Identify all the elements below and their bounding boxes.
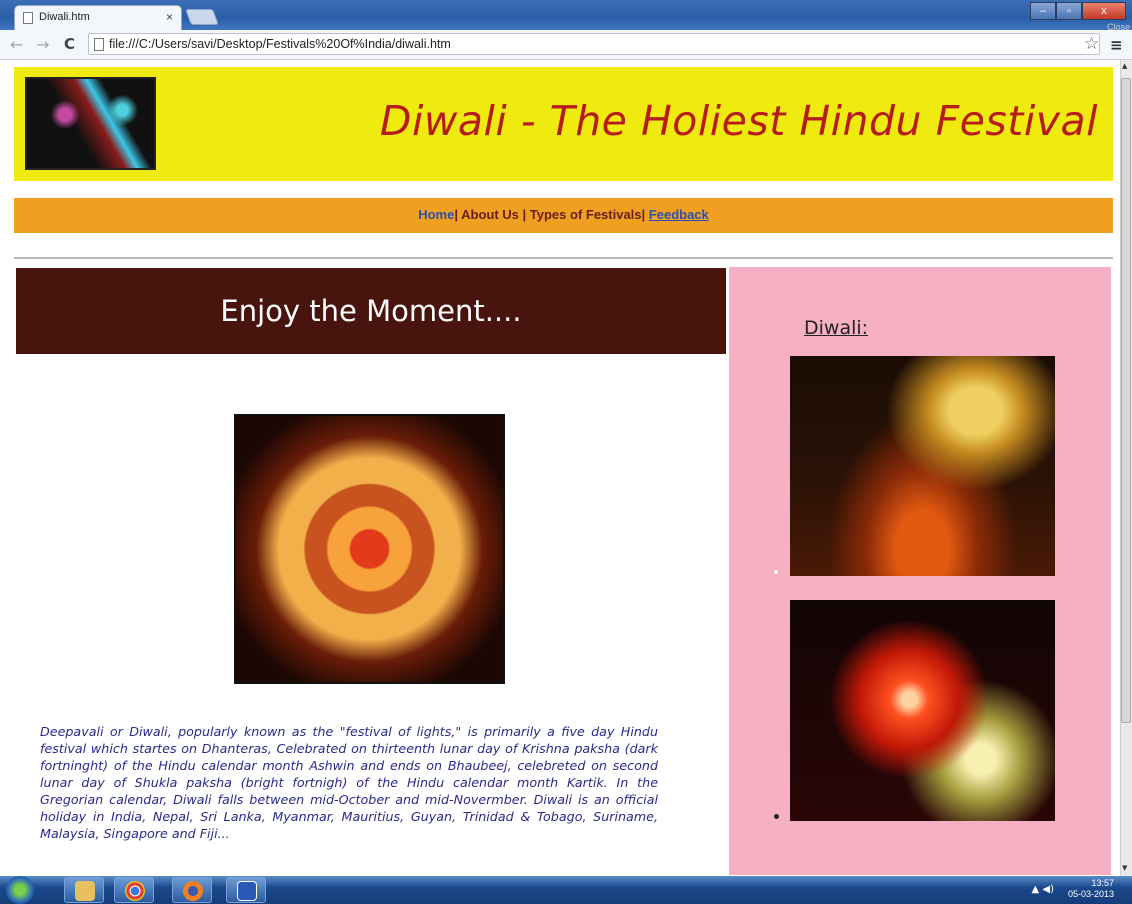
- nav-link-types[interactable]: Types of Festivals: [530, 207, 642, 222]
- taskbar: ▲ ◀) 13:57 05-03-2013: [0, 876, 1132, 904]
- scrollbar-thumb[interactable]: [1121, 78, 1131, 723]
- window-controls: – ▫ x: [1030, 2, 1126, 20]
- menu-icon[interactable]: ≡: [1110, 36, 1123, 54]
- description-paragraph: Deepavali or Diwali, popularly known as …: [40, 724, 658, 841]
- close-window-button[interactable]: x: [1082, 2, 1126, 20]
- address-bar: ← → C file:///C:/Users/savi/Desktop/Fest…: [0, 30, 1132, 60]
- taskbar-chrome[interactable]: [114, 877, 154, 903]
- new-tab-button[interactable]: [185, 9, 219, 25]
- firefox-icon: [183, 881, 203, 901]
- maximize-button[interactable]: ▫: [1056, 2, 1082, 20]
- minimize-button[interactable]: –: [1030, 2, 1056, 20]
- nav-link-about[interactable]: About Us: [461, 207, 519, 222]
- nav-link-feedback[interactable]: Feedback: [649, 207, 709, 222]
- page-title: Diwali - The Holiest Hindu Festival: [379, 97, 1098, 145]
- nav-separator: |: [454, 207, 458, 222]
- back-arrow-icon[interactable]: ←: [10, 35, 23, 54]
- tab-close-icon[interactable]: ×: [166, 10, 173, 24]
- tray-icons[interactable]: ▲ ◀): [1032, 884, 1054, 895]
- list-bullet: [774, 570, 778, 574]
- fireworks-logo: [25, 77, 156, 170]
- divider: [14, 257, 1113, 259]
- forward-arrow-icon[interactable]: →: [36, 35, 49, 54]
- clock-time: 13:57: [1091, 878, 1114, 888]
- word-icon: [237, 881, 257, 901]
- nav-links: Home| About Us | Types of Festivals| Fee…: [14, 207, 1113, 222]
- fireworks-image: [790, 600, 1055, 821]
- page-icon: [94, 38, 104, 51]
- banner: Enjoy the Moment....: [16, 268, 726, 354]
- golden-temple-image: [790, 356, 1055, 576]
- clock[interactable]: 13:57 05-03-2013: [1068, 878, 1114, 900]
- page-icon: [23, 12, 33, 24]
- nav-separator: |: [522, 207, 527, 222]
- url-text: file:///C:/Users/savi/Desktop/Festivals%…: [109, 37, 451, 51]
- browser-tab[interactable]: Diwali.htm ×: [14, 5, 182, 30]
- scroll-up-icon[interactable]: ▲: [1122, 62, 1127, 70]
- nav-link-home[interactable]: Home: [418, 207, 454, 222]
- list-bullet: [774, 814, 779, 819]
- tab-title: Diwali.htm: [39, 11, 90, 23]
- nav-bar: Home| About Us | Types of Festivals| Fee…: [14, 198, 1113, 233]
- nav-separator: |: [641, 207, 646, 222]
- start-button[interactable]: [6, 876, 34, 904]
- taskbar-firefox[interactable]: [172, 877, 212, 903]
- diya-image: [234, 414, 505, 684]
- banner-text: Enjoy the Moment....: [220, 294, 522, 328]
- chrome-icon: [125, 881, 145, 901]
- taskbar-word[interactable]: [226, 877, 266, 903]
- folder-icon: [75, 881, 95, 901]
- url-input[interactable]: file:///C:/Users/savi/Desktop/Festivals%…: [88, 33, 1100, 55]
- bookmark-star-icon[interactable]: ☆: [1084, 34, 1099, 54]
- clock-date: 05-03-2013: [1067, 889, 1114, 899]
- window-titlebar: Diwali.htm × – ▫ x Close: [0, 0, 1132, 32]
- sidebar-title[interactable]: Diwali:: [804, 317, 868, 339]
- scroll-down-icon[interactable]: ▼: [1122, 864, 1127, 872]
- taskbar-explorer[interactable]: [64, 877, 104, 903]
- reload-icon[interactable]: C: [64, 35, 75, 53]
